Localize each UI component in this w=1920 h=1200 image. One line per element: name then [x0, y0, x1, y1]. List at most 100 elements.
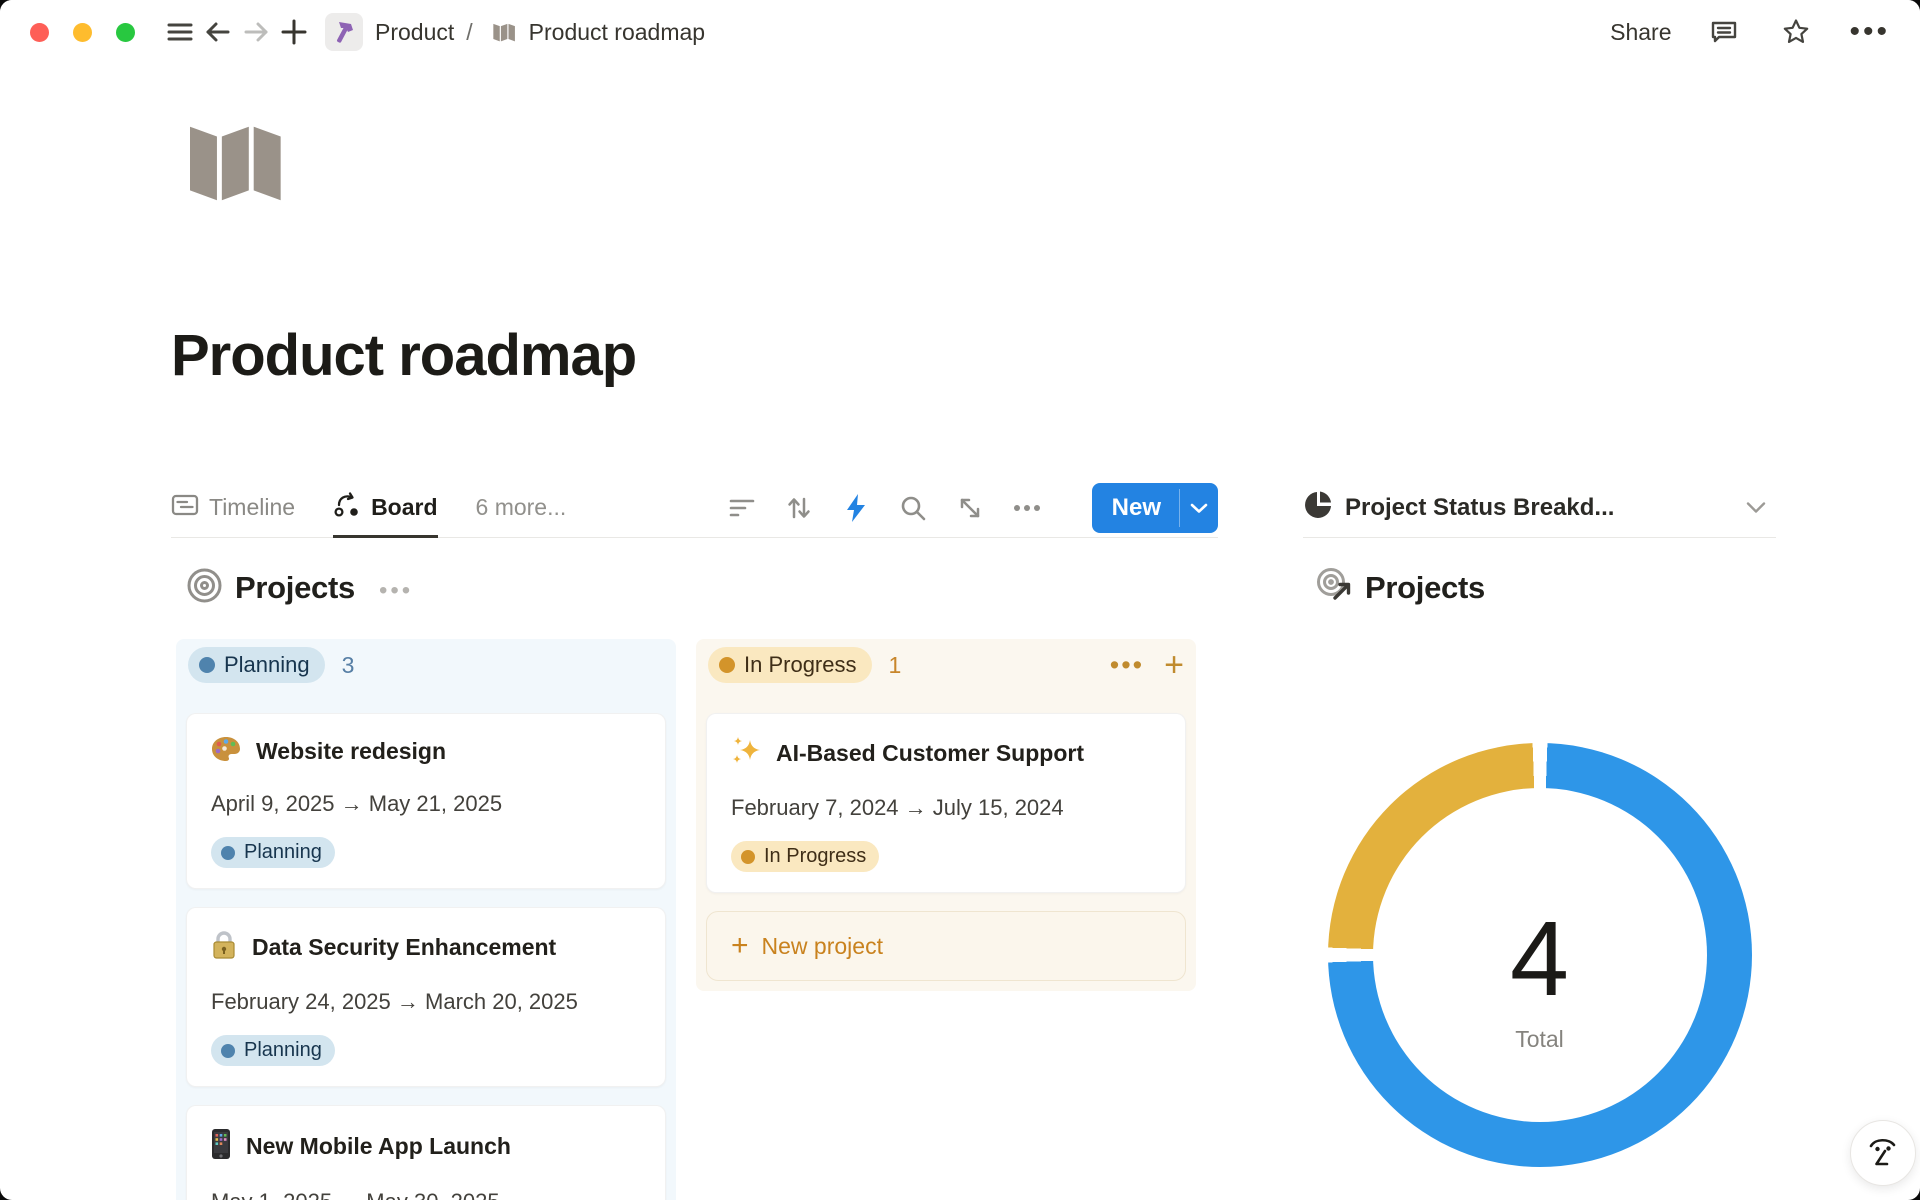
chart-section-head: Projects — [1303, 566, 1776, 610]
topbar: Product / Product roadmap Share ••• — [0, 0, 1920, 64]
status-label: Planning — [244, 1039, 322, 1062]
donut-total-value: 4 — [1510, 906, 1569, 1012]
zoom-window-button[interactable] — [116, 23, 135, 42]
tab-board-label: Board — [371, 494, 437, 521]
tab-timeline[interactable]: Timeline — [171, 478, 295, 538]
timeline-icon — [171, 493, 199, 523]
card-status-badge: In Progress — [731, 841, 879, 872]
palette-icon — [211, 736, 241, 767]
breadcrumb: Product / Product roadmap — [375, 19, 705, 46]
new-tab-plus-icon[interactable] — [275, 13, 313, 51]
pie-chart-icon — [1303, 490, 1333, 525]
map-icon — [491, 20, 519, 44]
chart-section-title[interactable]: Projects — [1365, 570, 1485, 606]
sort-icon[interactable] — [785, 494, 813, 522]
target-icon — [186, 567, 223, 609]
column-more-icon[interactable]: ••• — [1110, 660, 1144, 670]
card-data-security-enhancement[interactable]: Data Security Enhancement February 24, 2… — [186, 907, 666, 1087]
card-title: AI-Based Customer Support — [776, 740, 1084, 767]
new-button-label[interactable]: New — [1092, 483, 1179, 533]
status-dot — [741, 850, 755, 864]
window-controls — [30, 23, 135, 42]
more-icon[interactable] — [1013, 494, 1041, 522]
share-button[interactable]: Share — [1610, 19, 1671, 46]
chart-header-title: Project Status Breakd... — [1345, 494, 1614, 522]
mobile-phone-icon — [211, 1128, 231, 1165]
automation-lightning-icon[interactable] — [842, 494, 870, 522]
breadcrumb-separator: / — [466, 19, 472, 46]
plus-icon: + — [731, 935, 749, 957]
linked-target-icon — [1316, 567, 1353, 609]
new-project-label: New project — [762, 933, 883, 960]
ai-face-icon — [1865, 1134, 1901, 1172]
board-section-head: Projects ••• — [171, 566, 1218, 610]
card-title: New Mobile App Launch — [246, 1133, 511, 1160]
filter-icon[interactable] — [728, 494, 756, 522]
column-count: 3 — [342, 652, 355, 679]
view-bar: Timeline Board 6 more... — [171, 478, 1218, 538]
status-label: In Progress — [744, 652, 857, 678]
column-in-progress-header[interactable]: In Progress 1 ••• + — [708, 647, 1184, 683]
card-website-redesign[interactable]: Website redesign April 9, 2025 → May 21,… — [186, 713, 666, 889]
section-more-icon[interactable]: ••• — [379, 571, 413, 605]
card-status-badge: Planning — [211, 1035, 335, 1066]
status-label: Planning — [224, 652, 310, 678]
status-label: In Progress — [764, 845, 866, 868]
notion-ai-button[interactable] — [1850, 1120, 1916, 1186]
app-window: Product / Product roadmap Share ••• — [0, 0, 1920, 1200]
board-section-title[interactable]: Projects — [235, 570, 355, 606]
breadcrumb-page[interactable]: Product roadmap — [529, 19, 705, 46]
status-dot — [199, 657, 215, 673]
new-button[interactable]: New — [1092, 483, 1218, 533]
tab-board[interactable]: Board — [333, 478, 437, 538]
page-title: Product roadmap — [171, 322, 636, 389]
sparkles-icon — [731, 736, 761, 771]
card-title: Website redesign — [256, 738, 446, 765]
card-status-badge: Planning — [211, 837, 335, 868]
column-planning-header[interactable]: Planning 3 — [188, 647, 664, 683]
more-views-button[interactable]: 6 more... — [476, 494, 567, 521]
breadcrumb-root[interactable]: Product — [375, 19, 454, 46]
card-date-range: February 7, 2024 → July 15, 2024 — [731, 795, 1161, 821]
column-in-progress: In Progress 1 ••• + — [696, 639, 1196, 991]
status-badge-in-progress[interactable]: In Progress — [708, 647, 872, 683]
close-window-button[interactable] — [30, 23, 49, 42]
database-section: Timeline Board 6 more... — [171, 478, 1218, 1200]
new-project-button[interactable]: + New project — [706, 911, 1186, 981]
workspace-hammer-icon[interactable] — [325, 13, 363, 51]
status-dot — [221, 1044, 235, 1058]
comment-icon[interactable] — [1705, 13, 1743, 51]
view-toolbar: New — [728, 483, 1218, 533]
donut-center: 4 Total — [1328, 743, 1752, 1167]
lock-icon — [211, 930, 237, 965]
donut-total-label: Total — [1515, 1026, 1564, 1053]
status-breakdown-donut-chart[interactable]: 4 Total — [1328, 743, 1752, 1167]
status-label: Planning — [244, 841, 322, 864]
minimize-window-button[interactable] — [73, 23, 92, 42]
page-icon-map[interactable] — [180, 112, 298, 215]
card-title: Data Security Enhancement — [252, 934, 556, 961]
column-count: 1 — [889, 652, 902, 679]
forward-arrow-icon[interactable] — [237, 13, 275, 51]
card-new-mobile-app-launch[interactable]: New Mobile App Launch May 1, 2025 → May … — [186, 1105, 666, 1200]
column-planning: Planning 3 Website redesign — [176, 639, 676, 1200]
expand-icon[interactable] — [956, 494, 984, 522]
board-icon — [333, 491, 361, 525]
star-icon[interactable] — [1777, 13, 1815, 51]
chevron-down-icon[interactable] — [1746, 501, 1766, 514]
tab-timeline-label: Timeline — [209, 494, 295, 521]
back-arrow-icon[interactable] — [199, 13, 237, 51]
status-badge-planning[interactable]: Planning — [188, 647, 325, 683]
card-date-range: February 24, 2025 → March 20, 2025 — [211, 989, 641, 1015]
new-button-dropdown[interactable] — [1180, 483, 1218, 533]
more-icon[interactable]: ••• — [1849, 27, 1890, 37]
card-date-range: May 1, 2025 → May 30, 2025 — [211, 1189, 641, 1200]
status-dot — [719, 657, 735, 673]
chart-section: Project Status Breakd... Projects 4 Tota… — [1303, 478, 1776, 1200]
board: Planning 3 Website redesign — [171, 639, 1218, 1200]
card-ai-based-customer-support[interactable]: AI-Based Customer Support February 7, 20… — [706, 713, 1186, 893]
search-icon[interactable] — [899, 494, 927, 522]
menu-icon[interactable] — [161, 13, 199, 51]
chart-header[interactable]: Project Status Breakd... — [1303, 478, 1776, 538]
column-add-icon[interactable]: + — [1164, 655, 1184, 675]
